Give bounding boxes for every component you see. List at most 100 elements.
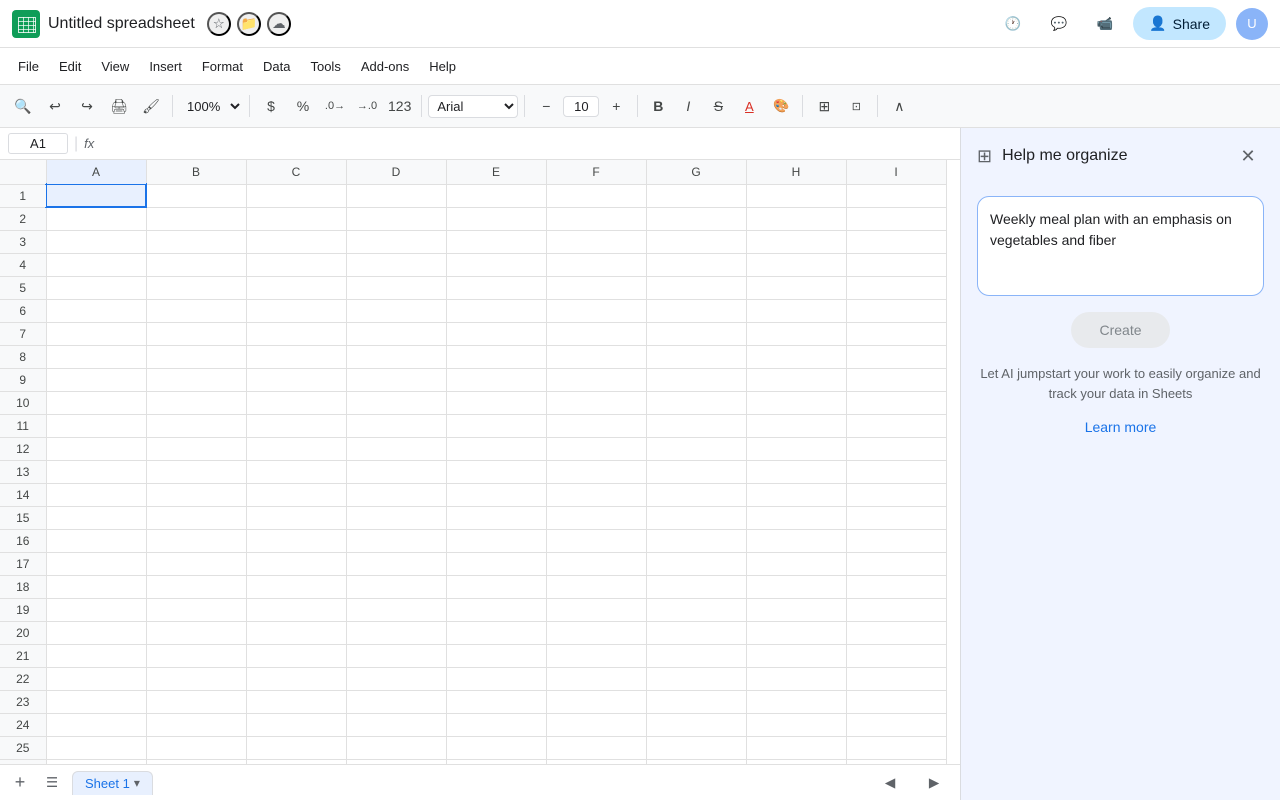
cell-f4[interactable]: [546, 253, 646, 276]
cell-c2[interactable]: [246, 207, 346, 230]
cell-i23[interactable]: [846, 690, 946, 713]
cell-a9[interactable]: [46, 368, 146, 391]
cell-h4[interactable]: [746, 253, 846, 276]
strikethrough-btn[interactable]: S: [704, 92, 732, 120]
cell-b19[interactable]: [146, 598, 246, 621]
cell-c13[interactable]: [246, 460, 346, 483]
row-number-25[interactable]: 25: [0, 736, 46, 759]
row-number-15[interactable]: 15: [0, 506, 46, 529]
cell-c7[interactable]: [246, 322, 346, 345]
cell-a11[interactable]: [46, 414, 146, 437]
cell-i22[interactable]: [846, 667, 946, 690]
cell-d25[interactable]: [346, 736, 446, 759]
cell-g7[interactable]: [646, 322, 746, 345]
cell-i5[interactable]: [846, 276, 946, 299]
cell-reference-box[interactable]: A1: [8, 133, 68, 154]
row-number-23[interactable]: 23: [0, 690, 46, 713]
fill-color-btn[interactable]: 🎨: [766, 91, 796, 121]
cell-i9[interactable]: [846, 368, 946, 391]
cell-h9[interactable]: [746, 368, 846, 391]
cell-a2[interactable]: [46, 207, 146, 230]
row-number-19[interactable]: 19: [0, 598, 46, 621]
cell-h11[interactable]: [746, 414, 846, 437]
cell-i12[interactable]: [846, 437, 946, 460]
cell-c1[interactable]: [246, 184, 346, 207]
cell-i24[interactable]: [846, 713, 946, 736]
cell-b8[interactable]: [146, 345, 246, 368]
cloud-icon[interactable]: ☁: [267, 12, 291, 36]
panel-close-button[interactable]: ✕: [1232, 140, 1264, 172]
cell-f26[interactable]: [546, 759, 646, 764]
row-number-24[interactable]: 24: [0, 713, 46, 736]
cell-g18[interactable]: [646, 575, 746, 598]
row-number-12[interactable]: 12: [0, 437, 46, 460]
cell-d22[interactable]: [346, 667, 446, 690]
cell-i15[interactable]: [846, 506, 946, 529]
cell-c11[interactable]: [246, 414, 346, 437]
borders-btn[interactable]: ⊞: [809, 91, 839, 121]
cell-c18[interactable]: [246, 575, 346, 598]
cell-a20[interactable]: [46, 621, 146, 644]
cell-i11[interactable]: [846, 414, 946, 437]
cell-h21[interactable]: [746, 644, 846, 667]
cell-a10[interactable]: [46, 391, 146, 414]
cell-f14[interactable]: [546, 483, 646, 506]
cell-h24[interactable]: [746, 713, 846, 736]
cell-b15[interactable]: [146, 506, 246, 529]
print-btn[interactable]: 🖨: [104, 91, 134, 121]
create-button[interactable]: Create: [1071, 312, 1169, 348]
cell-e21[interactable]: [446, 644, 546, 667]
row-number-20[interactable]: 20: [0, 621, 46, 644]
cell-h19[interactable]: [746, 598, 846, 621]
cell-g4[interactable]: [646, 253, 746, 276]
cell-d16[interactable]: [346, 529, 446, 552]
cell-f16[interactable]: [546, 529, 646, 552]
cell-d18[interactable]: [346, 575, 446, 598]
menu-addons[interactable]: Add-ons: [351, 55, 419, 78]
comment-icon[interactable]: 💬: [1041, 6, 1077, 42]
redo-btn[interactable]: ↪: [72, 91, 102, 121]
cell-e23[interactable]: [446, 690, 546, 713]
cell-d15[interactable]: [346, 506, 446, 529]
cell-c8[interactable]: [246, 345, 346, 368]
cell-e17[interactable]: [446, 552, 546, 575]
cell-d3[interactable]: [346, 230, 446, 253]
cell-f20[interactable]: [546, 621, 646, 644]
cell-e25[interactable]: [446, 736, 546, 759]
row-number-17[interactable]: 17: [0, 552, 46, 575]
cell-h10[interactable]: [746, 391, 846, 414]
cell-a13[interactable]: [46, 460, 146, 483]
cell-h23[interactable]: [746, 690, 846, 713]
cell-e4[interactable]: [446, 253, 546, 276]
row-number-6[interactable]: 6: [0, 299, 46, 322]
cell-a24[interactable]: [46, 713, 146, 736]
sheet-tab-1[interactable]: Sheet 1 ▾: [72, 771, 153, 795]
cell-c10[interactable]: [246, 391, 346, 414]
cell-d1[interactable]: [346, 184, 446, 207]
cell-h18[interactable]: [746, 575, 846, 598]
cell-a23[interactable]: [46, 690, 146, 713]
cell-c12[interactable]: [246, 437, 346, 460]
cell-d2[interactable]: [346, 207, 446, 230]
cell-f23[interactable]: [546, 690, 646, 713]
cell-d17[interactable]: [346, 552, 446, 575]
cell-h20[interactable]: [746, 621, 846, 644]
cell-b20[interactable]: [146, 621, 246, 644]
cell-f6[interactable]: [546, 299, 646, 322]
col-header-g[interactable]: G: [646, 160, 746, 184]
cell-a4[interactable]: [46, 253, 146, 276]
cell-d20[interactable]: [346, 621, 446, 644]
cell-c24[interactable]: [246, 713, 346, 736]
cell-f18[interactable]: [546, 575, 646, 598]
undo-btn[interactable]: ↩: [40, 91, 70, 121]
cell-i4[interactable]: [846, 253, 946, 276]
cell-b1[interactable]: [146, 184, 246, 207]
add-sheet-button[interactable]: +: [8, 771, 32, 795]
learn-more-link[interactable]: Learn more: [977, 419, 1264, 435]
cell-c4[interactable]: [246, 253, 346, 276]
cell-f13[interactable]: [546, 460, 646, 483]
cell-e26[interactable]: [446, 759, 546, 764]
menu-format[interactable]: Format: [192, 55, 253, 78]
col-header-a[interactable]: A: [46, 160, 146, 184]
grid-container[interactable]: A B C D E F G H I 1234567891011121314151…: [0, 160, 960, 764]
